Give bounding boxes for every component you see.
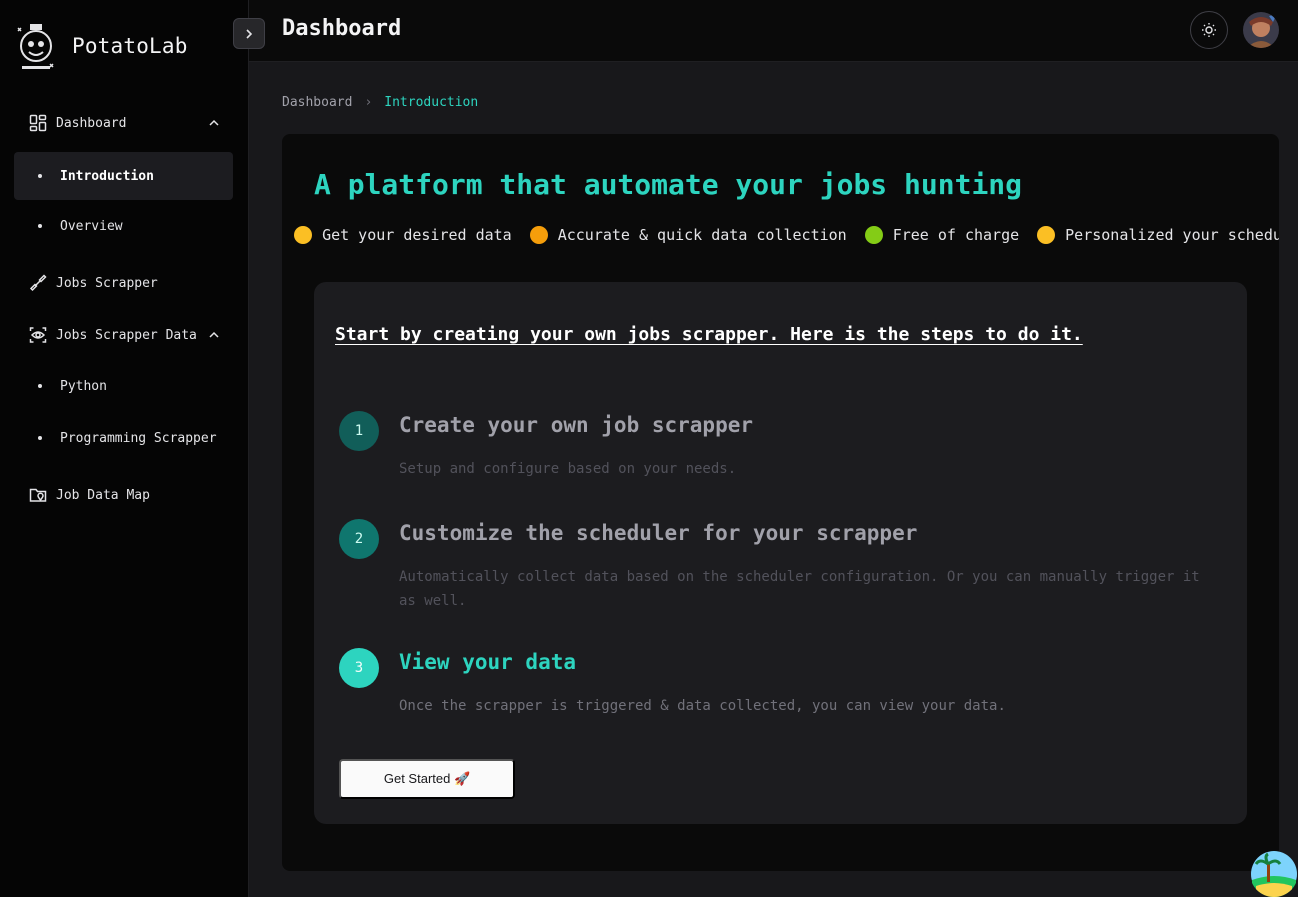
step-title: Create your own job scrapper xyxy=(399,413,754,437)
breadcrumb-root-link[interactable]: Dashboard xyxy=(282,95,352,110)
sidebar-item-label: Jobs Scrapper Data xyxy=(56,327,197,343)
step-description: Setup and configure based on your needs. xyxy=(399,461,737,477)
step-description: Automatically collect data based on the … xyxy=(399,569,1200,609)
theme-toggle-button[interactable] xyxy=(1190,11,1228,49)
sidebar-item-jobs-scrapper-data[interactable]: Jobs Scrapper Data xyxy=(14,313,233,357)
steps-heading: Start by creating your own jobs scrapper… xyxy=(335,324,1083,345)
chevron-up-icon xyxy=(209,331,219,338)
sidebar-item-introduction[interactable]: Introduction xyxy=(14,152,233,200)
chevron-up-icon xyxy=(209,119,219,126)
brand-name: PotatoLab xyxy=(72,34,188,58)
marquee-item: Accurate & quick data collection xyxy=(529,226,847,244)
chevron-right-icon xyxy=(246,28,253,39)
top-header: Dashboard xyxy=(249,0,1298,62)
sidebar-item-programming-scrapper[interactable]: Programming Scrapper xyxy=(14,414,233,462)
sidebar-item-job-data-map[interactable]: Job Data Map xyxy=(14,473,233,517)
user-avatar[interactable] xyxy=(1243,12,1279,48)
get-started-button[interactable]: Get Started 🚀 xyxy=(339,759,515,799)
step-title: View your data xyxy=(399,650,577,674)
step-number-badge: 2 xyxy=(339,519,379,559)
sidebar: PotatoLab Dashboard Introduction Overvie… xyxy=(0,0,249,897)
step-number-badge: 3 xyxy=(339,648,379,688)
sidebar-item-jobs-scrapper[interactable]: Jobs Scrapper xyxy=(14,261,233,305)
potato-logo-icon xyxy=(17,24,54,69)
sidebar-toggle-button[interactable] xyxy=(233,18,265,49)
feature-marquee: ta Get your desired data Accurate & quic… xyxy=(282,226,1279,250)
bullet-dot xyxy=(38,224,42,228)
step-title: Customize the scheduler for your scrappe… xyxy=(399,521,918,545)
page-title: Dashboard xyxy=(282,16,402,41)
marquee-item: Personalized your schedule xyxy=(1037,226,1279,244)
breadcrumb-current: Introduction xyxy=(384,95,479,110)
sidebar-item-label: Overview xyxy=(60,218,123,234)
brand[interactable]: PotatoLab xyxy=(14,20,188,72)
dashboard-grid-icon xyxy=(28,113,48,133)
sun-icon xyxy=(1202,23,1216,37)
sidebar-item-dashboard[interactable]: Dashboard xyxy=(14,101,233,145)
island-widget-icon[interactable] xyxy=(1250,850,1298,897)
sidebar-item-python[interactable]: Python xyxy=(14,362,233,410)
chevron-right-icon: › xyxy=(364,95,373,110)
bullet-dot xyxy=(38,174,42,178)
breadcrumb: Dashboard › Introduction xyxy=(282,95,478,110)
marquee-item: Free of charge xyxy=(864,226,1019,244)
flushed-face-emoji-icon xyxy=(294,226,313,244)
sidebar-item-label: Python xyxy=(60,378,107,394)
sidebar-item-label: Jobs Scrapper xyxy=(56,275,158,291)
money-mouth-emoji-icon xyxy=(864,226,883,244)
folder-map-icon xyxy=(28,485,48,505)
step-description: Once the scrapper is triggered & data co… xyxy=(399,698,1006,714)
shovel-icon xyxy=(28,273,48,293)
bullet-dot xyxy=(38,436,42,440)
sidebar-item-overview[interactable]: Overview xyxy=(14,202,233,250)
hero-title: A platform that automate your jobs hunti… xyxy=(314,168,1023,201)
sidebar-item-label: Dashboard xyxy=(56,115,127,131)
step-number-badge: 1 xyxy=(339,411,379,451)
sidebar-item-label: Programming Scrapper xyxy=(60,430,217,446)
marquee-item: Get your desired data xyxy=(294,226,512,244)
sidebar-item-label: Introduction xyxy=(60,168,154,184)
bullet-dot xyxy=(38,384,42,388)
intro-card: A platform that automate your jobs hunti… xyxy=(282,134,1279,871)
star-struck-emoji-icon xyxy=(529,226,548,244)
sunglasses-emoji-icon xyxy=(1037,226,1056,244)
eye-scan-icon xyxy=(28,325,48,345)
steps-panel: Start by creating your own jobs scrapper… xyxy=(314,282,1247,824)
sidebar-item-label: Job Data Map xyxy=(56,487,150,503)
